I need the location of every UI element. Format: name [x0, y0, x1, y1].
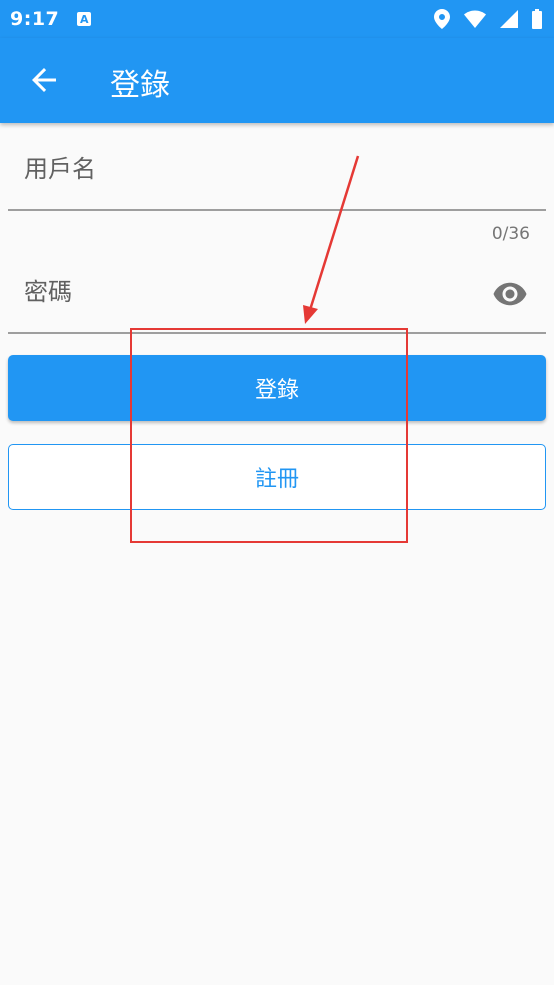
password-field[interactable]: 密碼 — [8, 250, 546, 334]
app-bar: 登錄 — [0, 38, 554, 123]
login-button[interactable]: 登錄 — [8, 355, 546, 421]
cellular-signal-icon — [500, 10, 518, 28]
username-char-counter: 0/36 — [491, 224, 530, 244]
location-icon — [434, 9, 450, 29]
eye-icon — [493, 282, 527, 306]
status-icons — [434, 9, 542, 29]
back-button[interactable] — [26, 62, 62, 98]
battery-icon — [532, 9, 542, 29]
arrow-back-icon — [32, 68, 56, 92]
username-label: 用戶名 — [24, 155, 96, 183]
username-field[interactable]: 用戶名 — [8, 125, 546, 211]
wifi-icon — [464, 10, 486, 28]
status-time: 9:17 — [10, 8, 60, 30]
register-button[interactable]: 註冊 — [8, 444, 546, 510]
password-label: 密碼 — [24, 278, 72, 306]
password-visibility-toggle[interactable] — [492, 276, 528, 312]
page-title: 登錄 — [110, 68, 170, 103]
a-box-icon: A — [77, 12, 92, 26]
status-bar: 9:17 A — [0, 0, 554, 38]
